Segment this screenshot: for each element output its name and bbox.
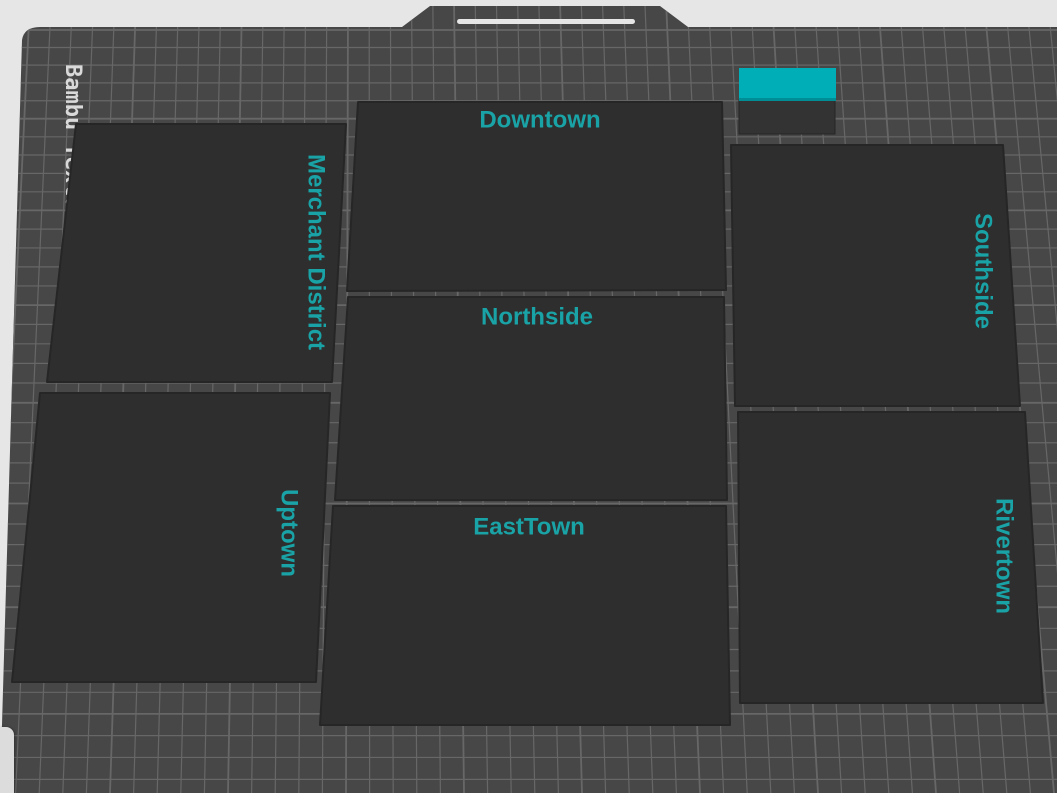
tile-label: EastTown: [473, 514, 585, 541]
tile-label: Downtown: [479, 107, 600, 134]
3d-viewport[interactable]: Bambu Textured PEI Plate DowntownMerchan…: [0, 0, 1057, 793]
color-swatch-object[interactable]: [738, 68, 836, 135]
tile-label: Uptown: [276, 489, 303, 577]
plate-handle-slot: [457, 19, 635, 24]
plate-tile-southside[interactable]: Southside: [730, 144, 1021, 407]
plate-tile-easttown[interactable]: EastTown: [319, 505, 731, 726]
plate-tile-uptown[interactable]: Uptown: [11, 392, 331, 683]
tile-label: Rivertown: [991, 498, 1018, 614]
tile-label: Northside: [481, 304, 593, 331]
side-panel-handle[interactable]: [0, 727, 14, 793]
plate-tile-northside[interactable]: Northside: [334, 296, 728, 501]
plate-tile-merchant-district[interactable]: Merchant District: [46, 123, 347, 383]
build-plate-scene[interactable]: Bambu Textured PEI Plate DowntownMerchan…: [0, 0, 1057, 793]
plate-tile-rivertown[interactable]: Rivertown: [737, 411, 1044, 704]
plate-tiles: Downtown Merchant District Northside Souths…: [11, 101, 1044, 726]
tile-label: Southside: [970, 213, 997, 329]
plate-tile-downtown[interactable]: Downtown: [346, 101, 727, 292]
tile-body: [46, 123, 347, 383]
tile-label: Merchant District: [303, 154, 330, 350]
